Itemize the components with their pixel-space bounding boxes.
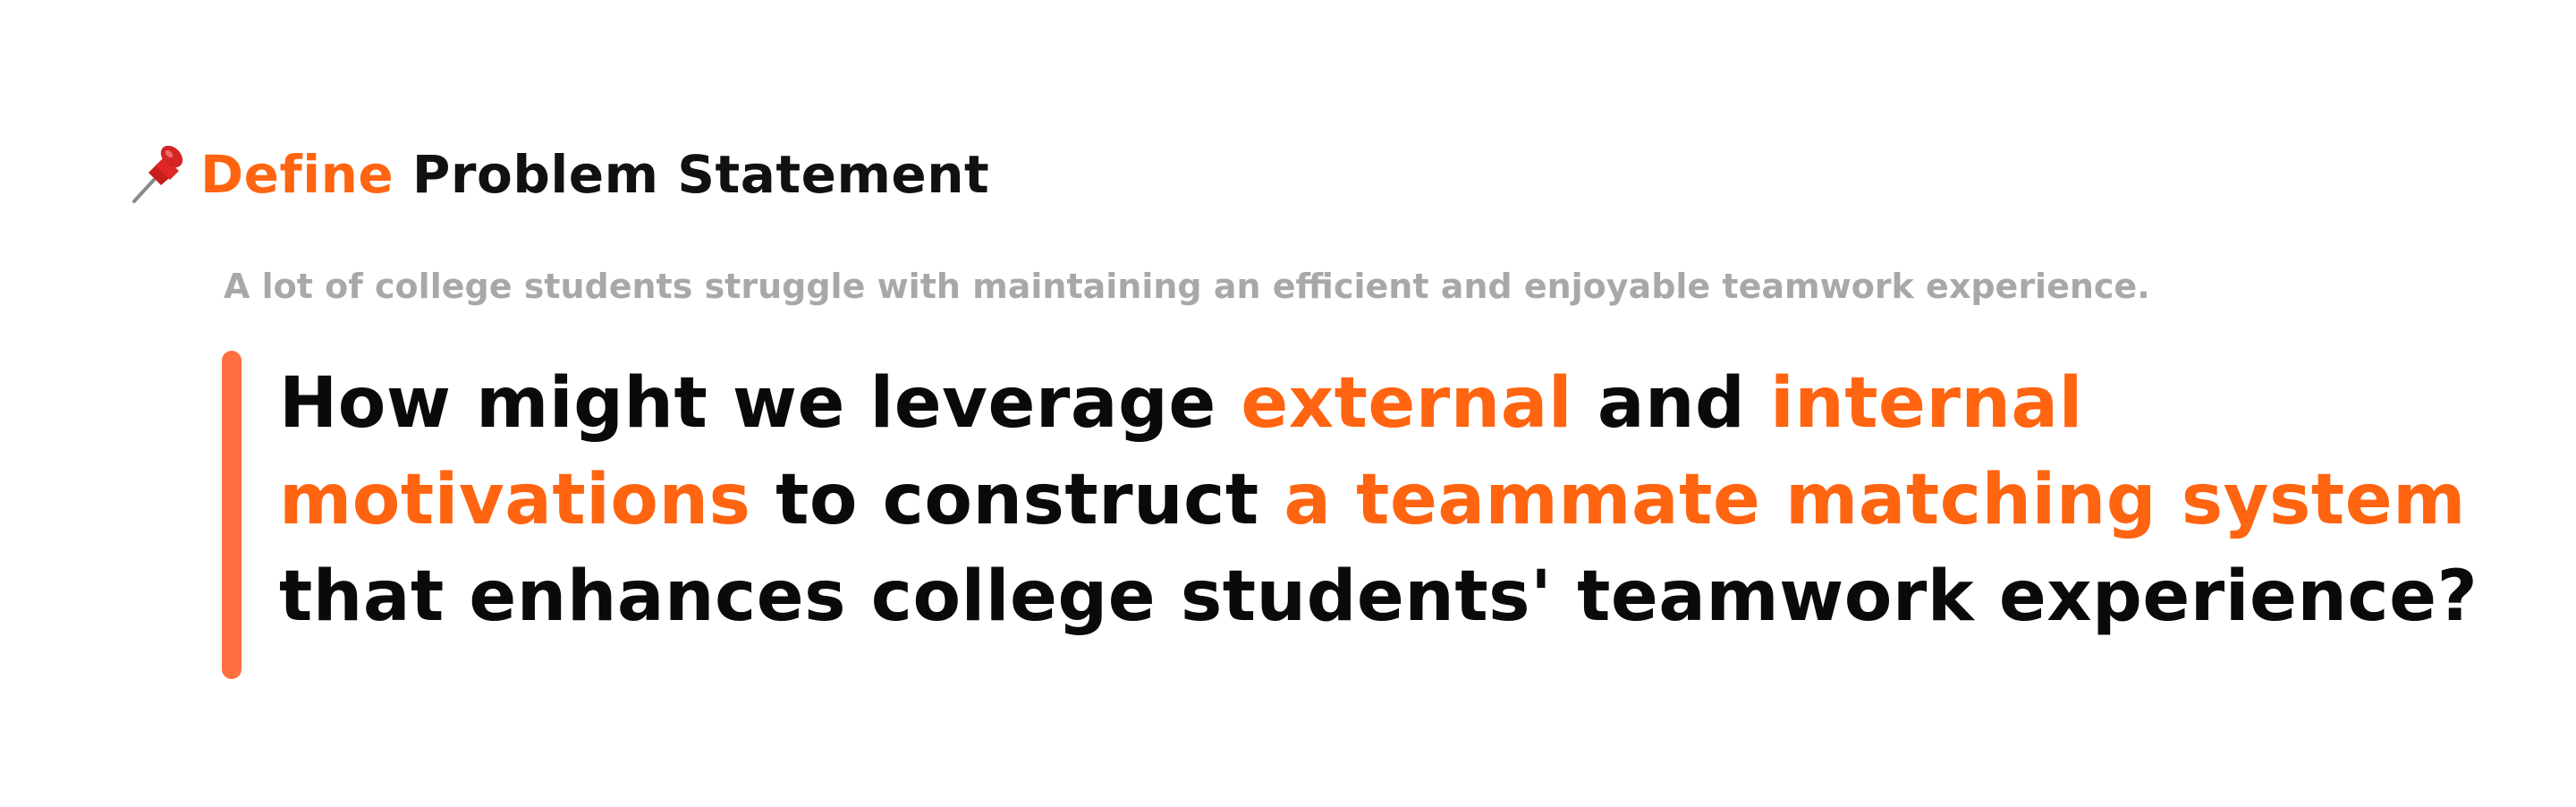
problem-context: A lot of college students struggle with …	[224, 267, 2150, 306]
question-text: and	[1572, 363, 1770, 444]
question-highlight: a teammate matching system	[1284, 460, 2466, 540]
question-highlight: external	[1241, 363, 1573, 444]
title-accent-word: Define	[200, 144, 394, 205]
question-text: that enhances college students' teamwork…	[279, 556, 2479, 637]
pushpin-icon	[129, 142, 188, 207]
question-highlight: internal	[1769, 363, 2083, 444]
question-line-1: How might we leverage external and inter…	[279, 355, 2533, 452]
question-line-2: motivations to construct a teammate matc…	[279, 452, 2533, 548]
question-line-3: that enhances college students' teamwork…	[279, 548, 2533, 645]
question-text: How might we leverage	[279, 363, 1241, 444]
quote-bar	[222, 351, 242, 679]
section-heading: Define Problem Statement	[129, 134, 989, 215]
hmw-question: How might we leverage external and inter…	[279, 355, 2533, 645]
section-title: Define Problem Statement	[200, 144, 989, 205]
question-highlight: motivations	[279, 460, 751, 540]
question-text: to construct	[750, 460, 1284, 540]
title-rest: Problem Statement	[394, 144, 990, 205]
